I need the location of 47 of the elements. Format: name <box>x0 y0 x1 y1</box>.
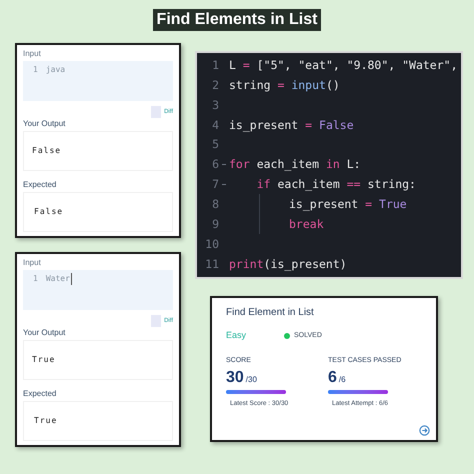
input-label: Input <box>23 48 41 60</box>
code-line: string = input() <box>229 77 340 94</box>
fold-marker-icon[interactable] <box>222 184 226 186</box>
stat-total: /30 <box>246 374 257 386</box>
line-number: 1 <box>33 64 38 76</box>
output-label: Your Output <box>23 118 66 130</box>
output-text: False <box>32 146 62 155</box>
diff-checkbox[interactable] <box>151 106 162 118</box>
output-label: Your Output <box>23 327 66 339</box>
input-text: java <box>46 64 66 76</box>
fold-marker-icon[interactable] <box>222 164 226 166</box>
line-number: 2 <box>211 77 219 94</box>
expected-text: True <box>34 416 58 425</box>
line-number: 1 <box>211 57 219 74</box>
expected-label: Expected <box>23 179 56 191</box>
line-number: 9 <box>211 216 219 233</box>
stat-total: /6 <box>338 374 346 386</box>
line-number: 6 <box>211 156 219 174</box>
line-number: 1 <box>33 273 38 285</box>
diff-checkbox[interactable] <box>151 315 162 327</box>
code-line: L = ["5", "eat", "9.80", "Water", <box>229 57 458 74</box>
arrow-circle-icon[interactable] <box>419 425 430 436</box>
line-number: 4 <box>211 116 219 134</box>
input-field[interactable]: 1 java <box>23 61 173 101</box>
input-label: Input <box>23 257 41 269</box>
line-number: 10 <box>204 236 219 253</box>
expected-label: Expected <box>23 388 56 400</box>
line-number: 5 <box>211 136 219 154</box>
expected-text: False <box>34 207 64 216</box>
line-number: 11 <box>204 256 219 273</box>
line-number: 3 <box>211 96 219 114</box>
input-text: Water <box>46 273 72 285</box>
stat-value: 30 <box>226 368 244 388</box>
card-title: Find Element in List <box>226 306 314 320</box>
code-line: if each_item == string: <box>256 176 416 193</box>
code-line: is_present = False <box>229 116 354 134</box>
output-text: True <box>32 355 56 364</box>
code-line: break <box>289 216 324 233</box>
page-title: Find Elements in List <box>152 9 322 31</box>
code-line: print(is_present) <box>229 256 347 273</box>
input-field[interactable]: 1 Water <box>23 270 173 310</box>
difficulty-label: Easy <box>226 329 248 342</box>
code-line: is_present = True <box>289 196 407 213</box>
line-number: 7 <box>211 176 219 193</box>
line-number: 8 <box>211 196 219 213</box>
code-line: for each_item in L: <box>229 156 361 174</box>
stat-value: 6 <box>328 368 337 388</box>
